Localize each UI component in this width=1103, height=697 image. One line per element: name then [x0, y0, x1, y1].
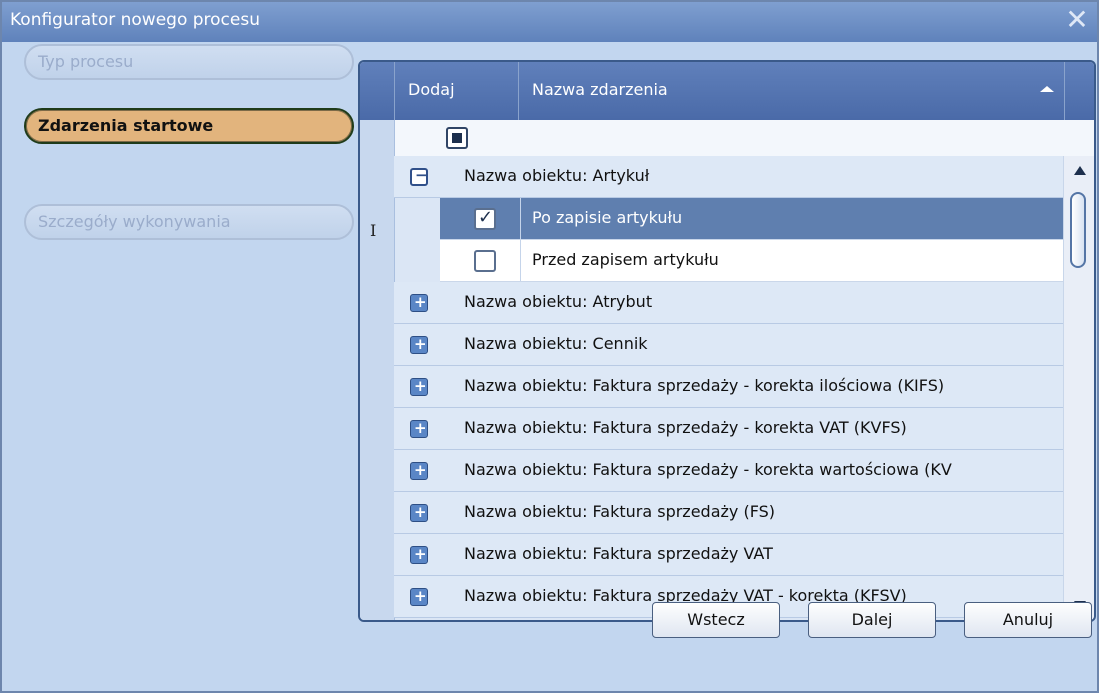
step-zdarzenia-startowe[interactable]: Zdarzenia startowe [24, 108, 354, 144]
select-all-checkbox[interactable] [446, 127, 468, 149]
group-row[interactable]: + Nazwa obiektu: Atrybut [394, 282, 1064, 324]
event-name: Po zapisie artykułu [532, 208, 683, 227]
expand-icon[interactable]: + [410, 504, 428, 522]
events-grid: Dodaj Nazwa zdarzenia I − Nazwa obiektu:… [358, 60, 1096, 622]
content-area: Typ procesu Zdarzenia startowe Szczegóły… [8, 42, 1096, 643]
group-label: Nazwa obiektu: Faktura sprzedaży - korek… [464, 376, 945, 395]
column-header-dodaj[interactable]: Dodaj [408, 80, 455, 99]
group-label: Nazwa obiektu: Faktura sprzedaży VAT [464, 544, 773, 563]
event-name: Przed zapisem artykułu [532, 250, 719, 269]
group-row[interactable]: + Nazwa obiektu: Cennik [394, 324, 1064, 366]
step-typ-procesu[interactable]: Typ procesu [24, 44, 354, 80]
group-row[interactable]: + Nazwa obiektu: Faktura sprzedaży (FS) [394, 492, 1064, 534]
window-title: Konfigurator nowego procesu [10, 10, 260, 30]
sort-ascending-icon[interactable] [1040, 86, 1054, 92]
title-bar: Konfigurator nowego procesu ✕ [2, 2, 1097, 42]
back-button[interactable]: Wstecz [652, 602, 780, 638]
add-checkbox[interactable] [474, 250, 496, 272]
group-label: Nazwa obiektu: Atrybut [464, 292, 653, 311]
group-label: Nazwa obiektu: Faktura sprzedaży - korek… [464, 418, 907, 437]
group-row[interactable]: + Nazwa obiektu: Faktura sprzedaży - kor… [394, 450, 1064, 492]
header-separator [518, 62, 519, 120]
group-row-artykul[interactable]: − Nazwa obiektu: Artykuł [394, 156, 1064, 198]
group-row[interactable]: + Nazwa obiektu: Faktura sprzedaży - kor… [394, 366, 1064, 408]
event-row-po-zapisie[interactable]: ✓ Po zapisie artykułu [440, 198, 1064, 240]
expand-icon[interactable]: + [410, 462, 428, 480]
cancel-button[interactable]: Anuluj [964, 602, 1092, 638]
filter-row [360, 120, 1094, 157]
process-configurator-window: Konfigurator nowego procesu ✕ Typ proces… [0, 0, 1099, 693]
column-header-nazwa-zdarzenia[interactable]: Nazwa zdarzenia [532, 80, 668, 99]
group-label: Nazwa obiektu: Faktura sprzedaży - korek… [464, 460, 952, 479]
group-row[interactable]: + Nazwa obiektu: Faktura sprzedaży - kor… [394, 408, 1064, 450]
expand-icon[interactable]: + [410, 546, 428, 564]
expand-icon[interactable]: + [410, 294, 428, 312]
step-szczegoly-wykonywania[interactable]: Szczegóły wykonywania [24, 204, 354, 240]
vertical-scrollbar[interactable] [1063, 156, 1094, 620]
group-label: Nazwa obiektu: Faktura sprzedaży (FS) [464, 502, 776, 521]
group-row[interactable]: + Nazwa obiektu: Faktura sprzedaży VAT [394, 534, 1064, 576]
cell-divider [520, 240, 521, 281]
expand-icon[interactable]: + [410, 378, 428, 396]
cell-divider [520, 198, 521, 239]
scroll-up-arrow-icon[interactable] [1074, 166, 1086, 175]
collapse-icon[interactable]: − [410, 168, 428, 186]
grid-header: Dodaj Nazwa zdarzenia [360, 62, 1094, 120]
next-button[interactable]: Dalej [808, 602, 936, 638]
header-separator [1064, 62, 1065, 120]
row-indicator-column: I [360, 120, 395, 620]
close-icon[interactable]: ✕ [1063, 5, 1091, 35]
indeterminate-mark [452, 133, 462, 143]
event-row-przed-zapisem[interactable]: Przed zapisem artykułu [440, 240, 1064, 282]
group-label: Nazwa obiektu: Cennik [464, 334, 648, 353]
expand-icon[interactable]: + [410, 588, 428, 606]
add-checkbox[interactable]: ✓ [474, 207, 496, 230]
scroll-thumb[interactable] [1070, 192, 1086, 268]
group-label: Nazwa obiektu: Artykuł [464, 166, 650, 185]
check-mark-icon: ✓ [478, 207, 494, 228]
expand-icon[interactable]: + [410, 420, 428, 438]
header-separator [394, 62, 395, 120]
expand-icon[interactable]: + [410, 336, 428, 354]
text-cursor-icon: I [370, 221, 377, 240]
